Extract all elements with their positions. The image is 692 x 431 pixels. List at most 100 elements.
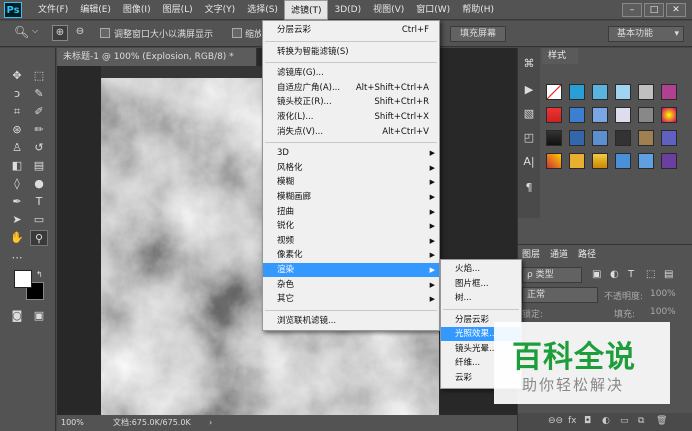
zoom-all-checkbox[interactable] bbox=[232, 28, 242, 38]
chevron-down-icon[interactable]: ⌵ bbox=[32, 26, 38, 36]
fx-icon[interactable]: fx bbox=[568, 416, 577, 426]
play-actions-icon[interactable]: ▶ bbox=[520, 82, 538, 98]
new-layer-icon[interactable]: ⧉ bbox=[638, 416, 644, 426]
chevron-right-icon[interactable]: › bbox=[209, 415, 212, 431]
filter-menu-item[interactable]: 消失点(V)... Alt+Ctrl+V bbox=[263, 125, 439, 139]
style-swatch[interactable] bbox=[661, 130, 677, 146]
resize-windows-checkbox[interactable] bbox=[100, 28, 110, 38]
paragraph-icon[interactable]: ¶ bbox=[520, 180, 538, 196]
maximize-icon[interactable]: □ bbox=[644, 2, 664, 17]
history-icon[interactable]: ⌘ bbox=[520, 56, 538, 72]
filter-menu-item[interactable]: 滤镜库(G)... bbox=[263, 66, 439, 80]
menu-item[interactable]: 窗口(W) bbox=[410, 0, 456, 20]
style-swatch[interactable] bbox=[569, 84, 585, 100]
move-tool-icon[interactable]: ✥ bbox=[8, 68, 26, 84]
brush-tool-icon[interactable]: ✏ bbox=[30, 122, 48, 138]
style-swatch[interactable] bbox=[546, 107, 562, 123]
filter-menu-item[interactable]: 液化(L)... Shift+Ctrl+X bbox=[263, 110, 439, 124]
properties-icon[interactable]: ◰ bbox=[520, 130, 538, 146]
filter-menu-item[interactable]: 杂色 ▶ bbox=[263, 278, 439, 292]
menu-item[interactable]: 图像(I) bbox=[117, 0, 157, 20]
menu-item[interactable]: 文件(F) bbox=[32, 0, 74, 20]
crop-tool-icon[interactable]: ⌗ bbox=[8, 104, 26, 120]
filter-type-icon[interactable]: T bbox=[628, 269, 634, 280]
history-brush-tool-icon[interactable]: ↺ bbox=[30, 140, 48, 156]
layers-panel-tab[interactable]: 通道 bbox=[550, 247, 568, 260]
filter-menu-item[interactable]: 镜头校正(R)... Shift+Ctrl+R bbox=[263, 95, 439, 109]
hand-tool-icon[interactable]: ✋ bbox=[8, 230, 26, 246]
style-swatch[interactable] bbox=[661, 107, 677, 123]
filter-smart-icon[interactable]: ▤ bbox=[664, 269, 673, 280]
filter-menu-item[interactable]: 分层云彩 Ctrl+F bbox=[263, 23, 439, 37]
menu-item[interactable]: 选择(S) bbox=[241, 0, 284, 20]
filter-menu-item[interactable]: 转换为智能滤镜(S) bbox=[263, 45, 439, 59]
screen-mode-icon[interactable]: ▣ bbox=[30, 308, 48, 324]
menu-item[interactable]: 视图(V) bbox=[367, 0, 410, 20]
menu-item[interactable]: 编辑(E) bbox=[74, 0, 117, 20]
workspace-select[interactable]: 基本功能 ▾ bbox=[608, 26, 684, 42]
style-swatch[interactable] bbox=[615, 107, 631, 123]
foreground-color-swatch-top[interactable] bbox=[14, 270, 32, 288]
style-swatch[interactable] bbox=[546, 130, 562, 146]
quick-mask-icon[interactable]: ◙ bbox=[8, 308, 26, 324]
gradient-tool-icon[interactable]: ▤ bbox=[30, 158, 48, 174]
type-tool-icon[interactable]: T bbox=[30, 194, 48, 210]
filter-menu-item[interactable]: 扭曲 ▶ bbox=[263, 205, 439, 219]
zoom-tool-icon[interactable]: ⚲ bbox=[30, 230, 48, 246]
style-swatch[interactable] bbox=[661, 153, 677, 169]
opacity-value[interactable]: 100% bbox=[650, 289, 676, 299]
filter-menu-item[interactable]: 风格化 ▶ bbox=[263, 161, 439, 175]
style-swatch[interactable] bbox=[592, 84, 608, 100]
marquee-tool-icon[interactable]: ⬚ bbox=[30, 68, 48, 84]
style-swatch[interactable] bbox=[615, 130, 631, 146]
minimize-icon[interactable]: – bbox=[622, 2, 642, 17]
style-swatch[interactable] bbox=[638, 107, 654, 123]
filter-menu-item[interactable]: 模糊 ▶ bbox=[263, 175, 439, 189]
group-icon[interactable]: ▭ bbox=[620, 416, 629, 426]
healing-brush-tool-icon[interactable]: ⊛ bbox=[8, 122, 26, 138]
swap-colors-icon[interactable]: ↰ bbox=[36, 270, 43, 279]
style-swatch[interactable] bbox=[546, 84, 562, 100]
lasso-tool-icon[interactable]: ↄ bbox=[8, 86, 26, 102]
filter-menu-item[interactable]: 视频 ▶ bbox=[263, 234, 439, 248]
menu-item[interactable]: 帮助(H) bbox=[456, 0, 500, 20]
clone-stamp-tool-icon[interactable]: ♙ bbox=[8, 140, 26, 156]
menu-item[interactable]: 3D(D) bbox=[328, 0, 367, 20]
pen-tool-icon[interactable]: ✒ bbox=[8, 194, 26, 210]
filter-menu-item[interactable]: 渲染 ▶ bbox=[263, 263, 439, 277]
style-swatch[interactable] bbox=[546, 153, 562, 169]
filter-menu-item[interactable]: 3D ▶ bbox=[263, 146, 439, 160]
layer-filter-select[interactable]: ρ 类型 bbox=[522, 267, 582, 283]
render-submenu-item[interactable]: 图片框... bbox=[441, 277, 521, 291]
document-tab[interactable]: 未标题-1 @ 100% (Explosion, RGB/8) * bbox=[57, 48, 257, 66]
dodge-tool-icon[interactable]: ● bbox=[30, 176, 48, 192]
magic-wand-tool-icon[interactable]: ✎ bbox=[30, 86, 48, 102]
zoom-in-icon[interactable]: ⊕ bbox=[52, 25, 68, 41]
render-submenu-item[interactable]: 树... bbox=[441, 291, 521, 305]
eraser-tool-icon[interactable]: ◧ bbox=[8, 158, 26, 174]
style-swatch[interactable] bbox=[569, 130, 585, 146]
menu-item[interactable]: 图层(L) bbox=[157, 0, 199, 20]
style-swatch[interactable] bbox=[569, 153, 585, 169]
menu-item[interactable]: 滤镜(T) bbox=[283, 0, 329, 20]
close-icon[interactable]: ✕ bbox=[666, 2, 686, 17]
layers-panel-tab[interactable]: 路径 bbox=[578, 247, 596, 260]
mask-icon[interactable]: ◘ bbox=[584, 416, 591, 426]
filter-shape-icon[interactable]: ⬚ bbox=[646, 269, 655, 280]
blend-mode-select[interactable]: 正常 bbox=[522, 287, 598, 303]
layers-panel-tab[interactable]: 图层 bbox=[522, 247, 540, 260]
character-icon[interactable]: A| bbox=[520, 154, 538, 170]
adjustment-layer-icon[interactable]: ◐ bbox=[602, 416, 610, 426]
eyedropper-tool-icon[interactable]: ✐ bbox=[30, 104, 48, 120]
style-swatch[interactable] bbox=[638, 153, 654, 169]
zoom-tool-icon[interactable]: 🔍︎ bbox=[14, 25, 29, 39]
filter-menu-item[interactable]: 浏览联机滤镜... bbox=[263, 314, 439, 328]
filter-menu-item[interactable]: 像素化 ▶ bbox=[263, 248, 439, 262]
style-swatch[interactable] bbox=[615, 84, 631, 100]
rectangle-tool-icon[interactable]: ▭ bbox=[30, 212, 48, 228]
filter-menu-item[interactable]: 自适应广角(A)... Alt+Shift+Ctrl+A bbox=[263, 81, 439, 95]
style-swatch[interactable] bbox=[638, 130, 654, 146]
style-swatch[interactable] bbox=[661, 84, 677, 100]
menu-item[interactable]: 文字(Y) bbox=[199, 0, 242, 20]
filter-menu-item[interactable]: 锐化 ▶ bbox=[263, 219, 439, 233]
